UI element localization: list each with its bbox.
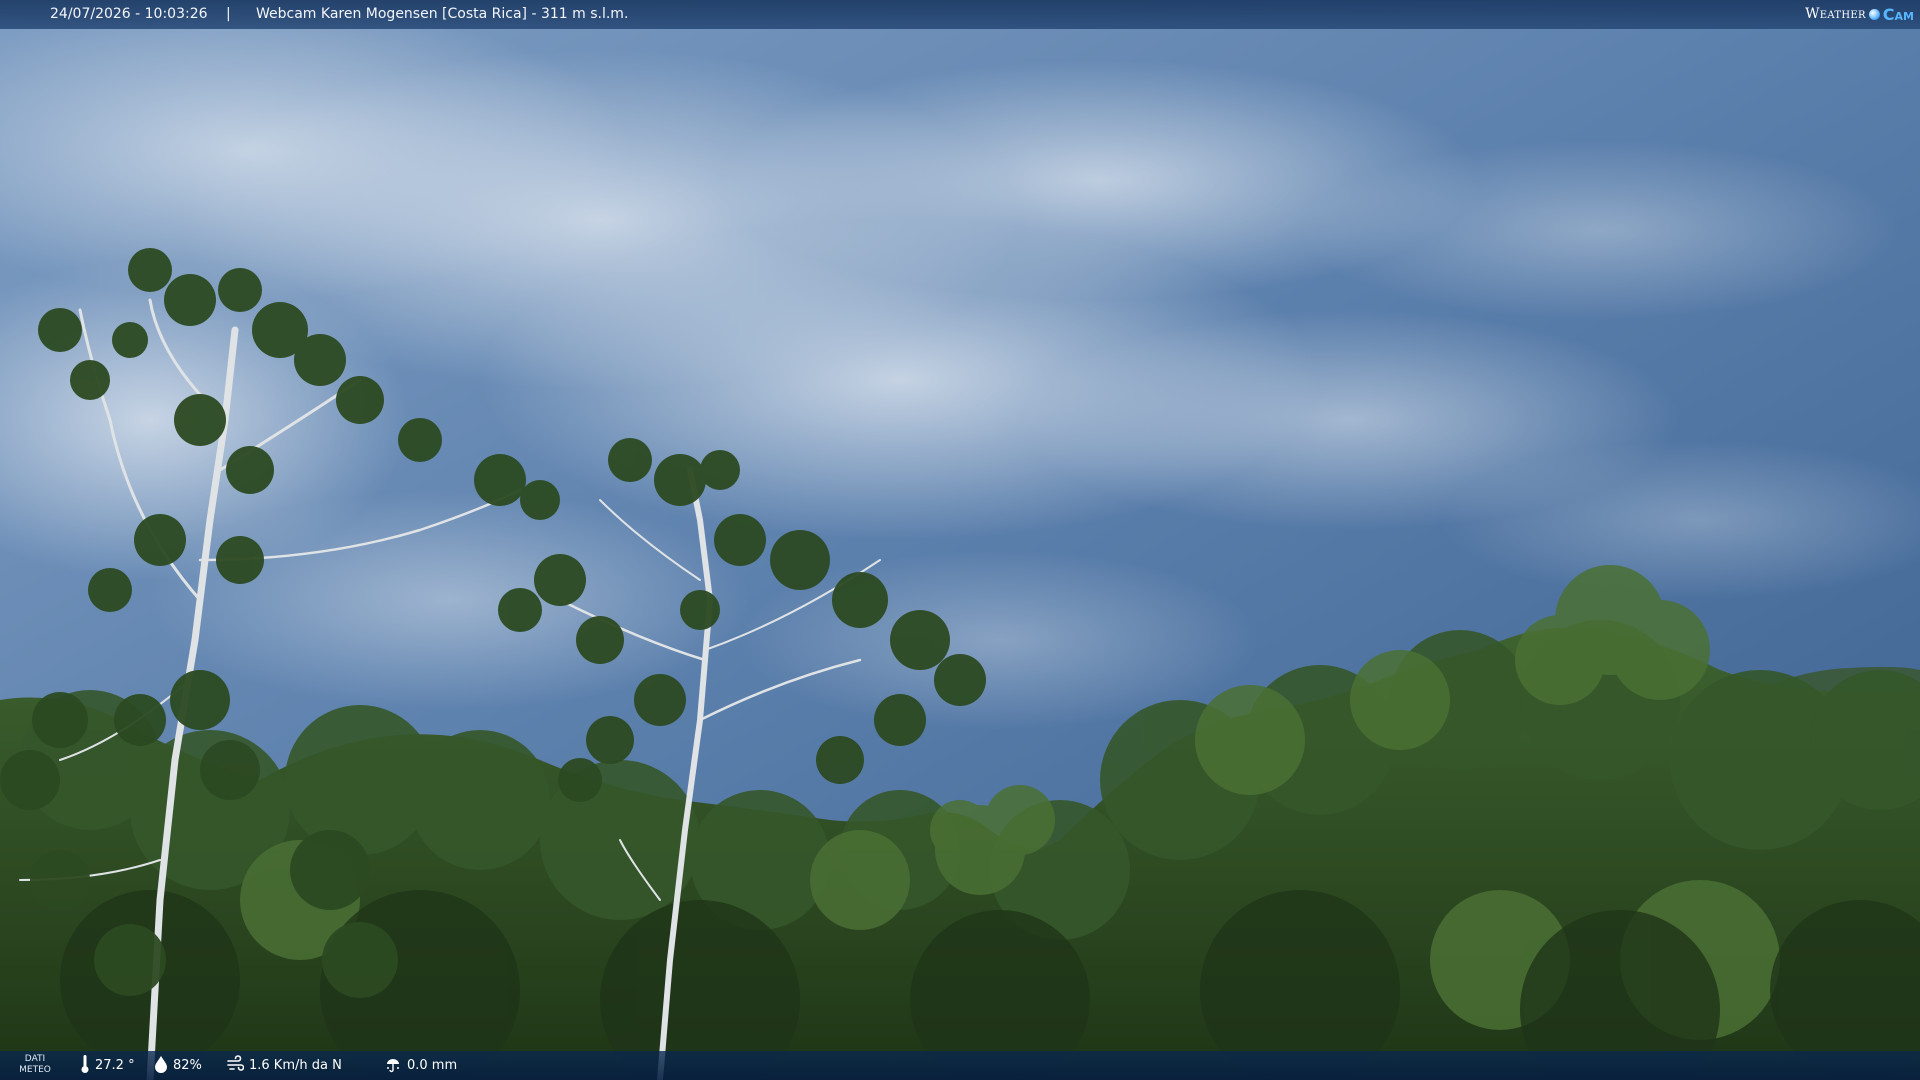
- webcam-title: Webcam Karen Mogensen [Costa Rica] - 311…: [256, 6, 629, 22]
- humidity-value: 82%: [173, 1058, 202, 1073]
- weather-data-label-line2: METEO: [19, 1065, 51, 1075]
- temperature-reading: 27.2 °: [80, 1051, 135, 1080]
- wind-value: 1.6 Km/h da N: [249, 1058, 342, 1073]
- title-separator: |: [226, 6, 231, 22]
- timestamp: 24/07/2026 - 10:03:26: [50, 6, 208, 22]
- weather-data-label-line1: DATI: [24, 1054, 46, 1064]
- logo-text-right: Cam: [1882, 4, 1914, 24]
- wind-icon: [226, 1054, 245, 1077]
- wind-reading: 1.6 Km/h da N: [226, 1051, 342, 1080]
- drop-icon: [154, 1055, 168, 1077]
- weather-data-bar: DATI METEO 27.2 ° 82% 1.6 Km/h da N 0.0 …: [0, 1051, 1920, 1080]
- top-info-bar: 24/07/2026 - 10:03:26 | Webcam Karen Mog…: [0, 0, 1920, 29]
- weathercam-logo[interactable]: Weather Cam: [1805, 3, 1914, 25]
- temperature-value: 27.2 °: [95, 1058, 135, 1073]
- thermometer-icon: [80, 1054, 90, 1078]
- rain-reading: 0.0 mm: [384, 1051, 457, 1080]
- weather-data-label: DATI METEO: [18, 1054, 52, 1076]
- logo-text-left: Weather: [1805, 5, 1866, 22]
- webcam-image: [0, 0, 1920, 1080]
- logo-globe-icon: [1868, 8, 1880, 20]
- humidity-reading: 82%: [154, 1051, 202, 1080]
- rain-value: 0.0 mm: [407, 1058, 458, 1073]
- rain-gauge-icon: [384, 1055, 402, 1077]
